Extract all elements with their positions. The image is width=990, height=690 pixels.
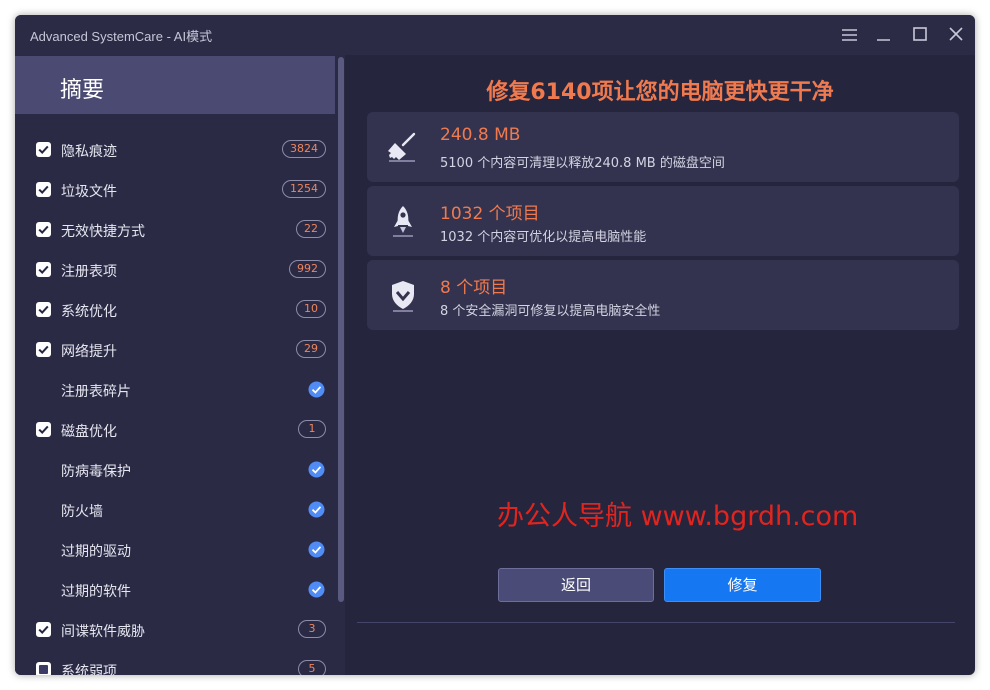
sidebar-header: 摘要 [15,56,335,114]
count-badge: 1 [298,420,326,438]
checkbox-partial[interactable] [36,662,51,675]
watermark-text: 办公人导航 www.bgrdh.com [497,501,859,532]
card-description: 1032 个内容可优化以提高电脑性能 [440,230,647,245]
back-button[interactable]: 返回 [498,568,654,602]
summary-item[interactable]: 系统优化 10 [15,290,335,330]
summary-item-label: 注册表项 [61,264,117,280]
check-circle-icon [308,501,325,518]
count-badge: 10 [296,300,326,318]
checkbox-checked[interactable] [36,222,51,237]
summary-item-label: 过期的驱动 [61,544,131,560]
check-circle-icon [308,461,325,478]
summary-item[interactable]: 注册表碎片 [15,370,335,410]
summary-item-label: 无效快捷方式 [61,224,145,240]
card-security: 8 个项目 8 个安全漏洞可修复以提高电脑安全性 [367,260,959,330]
summary-item[interactable]: 网络提升 29 [15,330,335,370]
card-title: 1032 个项目 [440,204,540,224]
count-badge: 1254 [282,180,326,198]
card-performance: 1032 个项目 1032 个内容可优化以提高电脑性能 [367,186,959,256]
summary-headline: 修复6140项让您的电脑更快更干净 [486,80,834,105]
summary-item-label: 过期的软件 [61,584,131,600]
summary-item-label: 磁盘优化 [61,424,117,440]
close-icon[interactable] [943,23,969,47]
scrollbar-thumb[interactable] [338,57,344,602]
rocket-icon [393,206,413,237]
checkbox-checked[interactable] [36,182,51,197]
checkbox-checked[interactable] [36,622,51,637]
summary-item[interactable]: 垃圾文件 1254 [15,170,335,210]
summary-item-label: 垃圾文件 [61,184,117,200]
summary-item-label: 注册表碎片 [61,384,131,400]
card-description: 8 个安全漏洞可修复以提高电脑安全性 [440,304,661,319]
summary-item-label: 防火墙 [61,504,103,520]
summary-item-label: 网络提升 [61,344,117,360]
check-circle-icon [308,381,325,398]
main-panel: 修复6140项让您的电脑更快更干净 240.8 MB 5100 个内容可清理以释… [345,55,975,675]
count-badge: 29 [296,340,326,358]
checkbox-checked[interactable] [36,262,51,277]
count-badge: 3824 [282,140,326,158]
check-circle-icon [308,581,325,598]
maximize-icon[interactable] [907,23,933,47]
checkbox-checked[interactable] [36,422,51,437]
card-title: 8 个项目 [440,278,508,298]
summary-item[interactable]: 防病毒保护 [15,450,335,490]
summary-item-label: 系统优化 [61,304,117,320]
divider [357,622,955,623]
fix-button[interactable]: 修复 [664,568,821,602]
card-title: 240.8 MB [440,125,521,145]
count-badge: 992 [289,260,326,278]
app-window: Advanced SystemCare - AI模式 摘要 隐私痕迹 3824 垃圾… [15,15,975,675]
summary-item[interactable]: 注册表项 992 [15,250,335,290]
checkbox-checked[interactable] [36,142,51,157]
summary-item[interactable]: 磁盘优化 1 [15,410,335,450]
summary-item[interactable]: 过期的驱动 [15,530,335,570]
summary-item[interactable]: 间谍软件威胁 3 [15,610,335,650]
menu-icon[interactable] [837,23,863,47]
shield-icon [392,281,414,312]
card-junk-cleanup: 240.8 MB 5100 个内容可清理以释放240.8 MB 的磁盘空间 [367,112,959,182]
sidebar-scrollbar[interactable] [337,55,345,675]
summary-item[interactable]: 隐私痕迹 3824 [15,130,335,170]
summary-item-label: 隐私痕迹 [61,144,117,160]
sidebar-title: 摘要 [60,78,105,103]
summary-item-label: 防病毒保护 [61,464,131,480]
check-circle-icon [308,541,325,558]
summary-item[interactable]: 系统弱项 5 [15,650,335,675]
summary-item[interactable]: 过期的软件 [15,570,335,610]
summary-item[interactable]: 防火墙 [15,490,335,530]
card-description: 5100 个内容可清理以释放240.8 MB 的磁盘空间 [440,156,725,171]
summary-item[interactable]: 无效快捷方式 22 [15,210,335,250]
count-badge: 3 [298,620,326,638]
summary-item-label: 系统弱项 [61,664,117,675]
summary-sidebar: 摘要 隐私痕迹 3824 垃圾文件 1254 无效快捷方式 22 注册表项 992 系统优化 10… [15,55,345,675]
broom-icon [388,132,416,162]
summary-item-label: 间谍软件威胁 [61,624,145,640]
count-badge: 22 [296,220,326,238]
checkbox-checked[interactable] [36,342,51,357]
count-badge: 5 [298,660,326,675]
window-title: Advanced SystemCare - AI模式 [30,29,213,44]
title-bar: Advanced SystemCare - AI模式 [15,15,975,55]
minimize-icon[interactable] [871,23,897,47]
checkbox-checked[interactable] [36,302,51,317]
